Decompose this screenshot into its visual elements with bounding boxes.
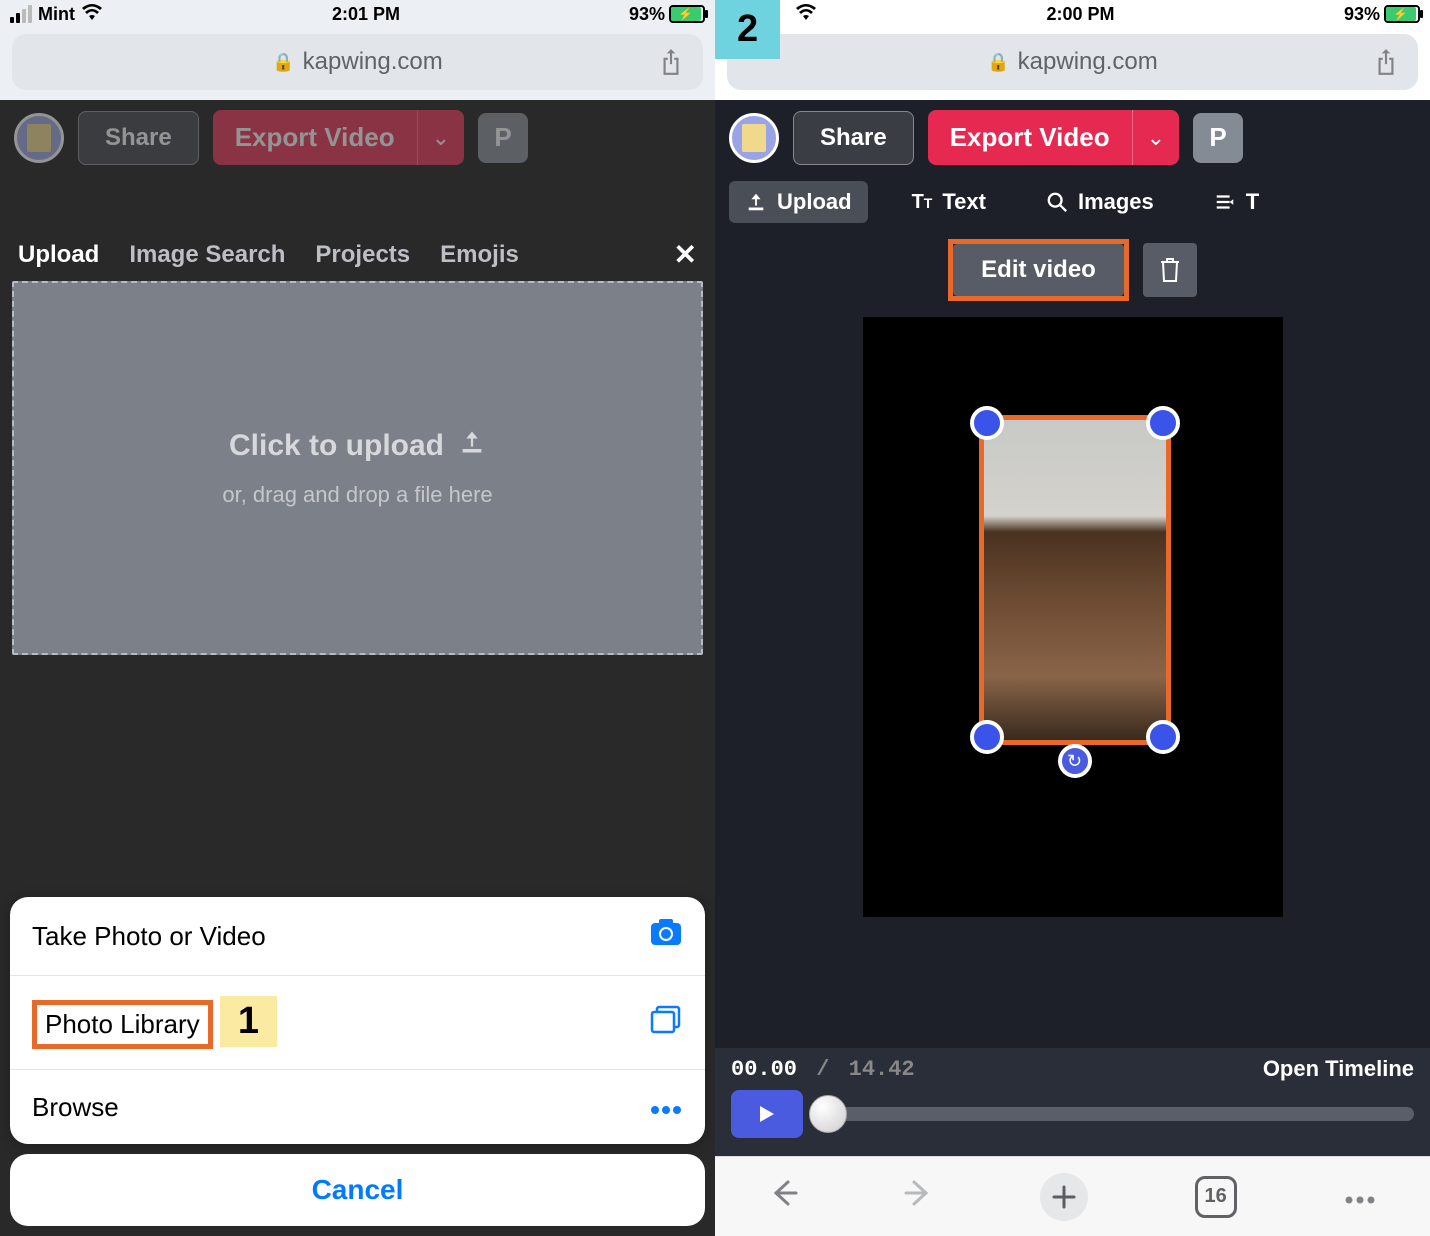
signal-icon — [10, 5, 32, 23]
stack-icon — [649, 1004, 683, 1042]
forward-button[interactable] — [904, 1178, 934, 1216]
tabs-button[interactable]: 16 — [1195, 1176, 1237, 1218]
arrow-left-icon — [768, 1178, 798, 1208]
dropzone-title: Click to upload — [229, 429, 444, 463]
upload-modal: Upload Image Search Projects Emojis ✕ Cl… — [0, 228, 715, 655]
text-icon: TT — [912, 191, 933, 214]
tab-image-search[interactable]: Image Search — [129, 241, 285, 269]
tab-projects[interactable]: Projects — [315, 241, 410, 269]
trash-icon — [1158, 257, 1182, 283]
clock: 2:00 PM — [1046, 4, 1114, 25]
edit-video-highlight: Edit video — [948, 239, 1129, 301]
browser-nav: 16 — [715, 1156, 1430, 1236]
status-bar: Mint 2:01 PM 93% ⚡ — [0, 0, 715, 28]
tool-images-label: Images — [1078, 189, 1154, 215]
photo-library-highlight: Photo Library — [32, 1000, 213, 1049]
scrubber-knob[interactable] — [809, 1095, 847, 1133]
edit-video-button[interactable]: Edit video — [953, 244, 1124, 296]
action-sheet: Take Photo or Video Photo Library 1 — [10, 897, 705, 1144]
battery-percentage: 93% — [1344, 4, 1380, 25]
time-duration: 14.42 — [849, 1057, 915, 1082]
tab-upload[interactable]: Upload — [18, 241, 99, 269]
battery-percentage: 93% — [629, 4, 665, 25]
play-icon — [758, 1104, 776, 1124]
time-current: 00.00 — [731, 1057, 797, 1082]
url-text: kapwing.com — [303, 48, 443, 76]
resize-handle-br[interactable] — [1146, 720, 1180, 754]
export-button[interactable]: Export Video — [928, 110, 1132, 165]
step-badge-2: 2 — [715, 0, 780, 59]
editor-canvas[interactable] — [863, 317, 1283, 917]
play-button[interactable] — [731, 1090, 803, 1138]
upload-dropzone[interactable]: Click to upload or, drag and drop a file… — [12, 281, 703, 655]
timeline-bar: 00.00 / 14.42 Open Timeline — [715, 1048, 1430, 1156]
open-timeline-button[interactable]: Open Timeline — [1263, 1056, 1414, 1082]
resize-handle-tl[interactable] — [970, 406, 1004, 440]
share-button[interactable]: Share — [793, 111, 914, 165]
timeline-scrubber[interactable] — [815, 1107, 1414, 1121]
tabs-count: 16 — [1205, 1185, 1227, 1208]
sheet-take-photo-label: Take Photo or Video — [32, 921, 266, 952]
sheet-browse[interactable]: Browse — [10, 1070, 705, 1144]
step-badge-1: 1 — [220, 996, 277, 1047]
url-bar[interactable]: 🔒 kapwing.com — [727, 34, 1418, 90]
sheet-photo-library[interactable]: Photo Library 1 — [10, 976, 705, 1070]
sheet-cancel[interactable]: Cancel — [10, 1154, 705, 1226]
back-button[interactable] — [768, 1178, 798, 1216]
export-dropdown[interactable]: ⌄ — [1132, 110, 1179, 165]
timeline-time: 00.00 / 14.42 — [731, 1057, 915, 1082]
tool-more[interactable]: T — [1198, 181, 1259, 223]
lock-icon: 🔒 — [987, 52, 1009, 73]
arrow-right-icon — [904, 1178, 934, 1208]
plan-badge[interactable]: P — [1193, 113, 1243, 163]
tab-emojis[interactable]: Emojis — [440, 241, 519, 269]
search-icon — [1046, 191, 1068, 213]
wifi-icon — [81, 3, 103, 26]
status-bar: 2:00 PM 93% ⚡ — [715, 0, 1430, 28]
lock-icon: 🔒 — [272, 52, 294, 73]
delete-button[interactable] — [1143, 243, 1197, 297]
plus-icon — [1051, 1184, 1077, 1210]
more-icon — [1343, 1194, 1377, 1206]
carrier-label: Mint — [38, 4, 75, 25]
sheet-take-photo[interactable]: Take Photo or Video — [10, 897, 705, 976]
share-icon[interactable] — [1372, 48, 1400, 76]
wifi-icon — [795, 3, 817, 26]
rotate-handle[interactable] — [1058, 744, 1092, 778]
share-icon[interactable] — [657, 48, 685, 76]
resize-handle-tr[interactable] — [1146, 406, 1180, 440]
clock: 2:01 PM — [332, 4, 400, 25]
battery-icon: ⚡ — [669, 5, 705, 23]
avatar[interactable] — [729, 113, 779, 163]
upload-icon — [745, 191, 767, 213]
tool-upload[interactable]: Upload — [729, 181, 868, 223]
sheet-browse-label: Browse — [32, 1092, 119, 1123]
tool-more-label: T — [1246, 189, 1259, 215]
url-text: kapwing.com — [1018, 48, 1158, 76]
camera-icon — [649, 917, 683, 955]
tool-upload-label: Upload — [777, 189, 852, 215]
resize-handle-bl[interactable] — [970, 720, 1004, 754]
tool-text[interactable]: TT Text — [896, 181, 1002, 223]
close-icon[interactable]: ✕ — [674, 238, 697, 271]
tool-text-label: Text — [942, 189, 986, 215]
battery-icon: ⚡ — [1384, 5, 1420, 23]
new-tab-button[interactable] — [1040, 1173, 1088, 1221]
menu-button[interactable] — [1343, 1180, 1377, 1214]
menu-icon — [1214, 191, 1236, 213]
selected-video-clip[interactable] — [979, 415, 1171, 745]
upload-icon — [458, 428, 486, 464]
more-icon — [649, 1090, 683, 1124]
url-bar[interactable]: 🔒 kapwing.com — [12, 34, 703, 90]
tool-images[interactable]: Images — [1030, 181, 1170, 223]
sheet-photo-library-label: Photo Library — [45, 1009, 200, 1039]
dropzone-subtitle: or, drag and drop a file here — [222, 482, 492, 508]
